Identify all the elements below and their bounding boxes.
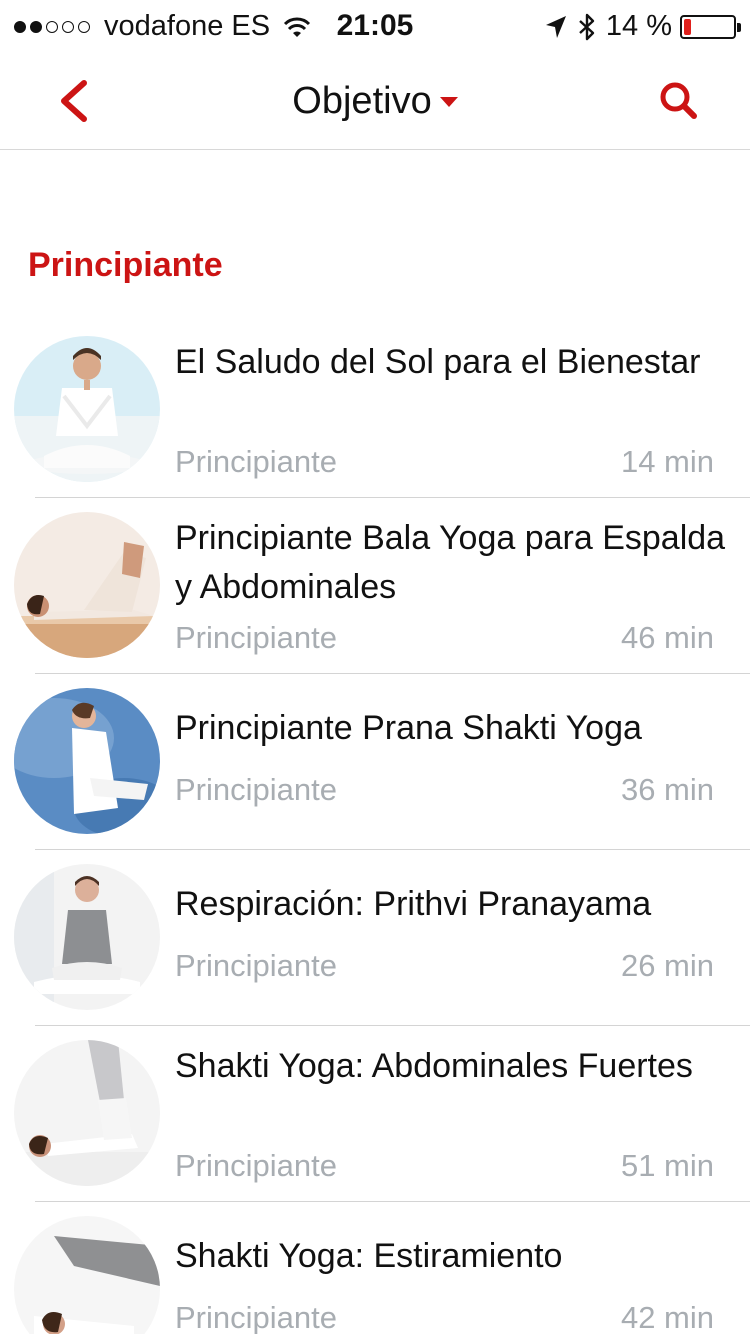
program-thumbnail: [14, 688, 160, 834]
program-thumbnail: [14, 1040, 160, 1186]
bluetooth-icon: [579, 13, 595, 40]
program-thumbnail: [14, 864, 160, 1010]
program-thumbnail: [14, 1216, 160, 1334]
location-arrow-icon: [545, 15, 566, 38]
program-duration: 36 min: [620, 772, 714, 807]
program-duration: 26 min: [620, 948, 714, 983]
program-thumbnail: [14, 336, 160, 482]
program-title: Shakti Yoga: Estiramiento: [175, 1237, 563, 1275]
list-item[interactable]: El Saludo del Sol para el Bienestar Prin…: [0, 322, 750, 498]
list-item[interactable]: Shakti Yoga: Abdominales Fuertes Princip…: [0, 1026, 750, 1202]
program-title: Shakti Yoga: Abdominales Fuertes: [175, 1047, 693, 1085]
status-bar: vodafone ES 21:05 14 %: [0, 0, 750, 52]
search-icon: [660, 82, 697, 119]
program-duration: 42 min: [620, 1300, 714, 1334]
battery-percent: 14 %: [605, 10, 672, 42]
list-item[interactable]: Respiración: Prithvi Pranayama Principia…: [0, 850, 750, 1026]
list-item[interactable]: Principiante Bala Yoga para Espalda y Ab…: [0, 498, 750, 674]
program-duration: 46 min: [620, 620, 714, 655]
program-level: Principiante: [175, 1148, 337, 1183]
navigation-bar: Objetivo: [0, 52, 750, 150]
program-title: El Saludo del Sol para el Bienestar: [175, 343, 701, 381]
program-title: Principiante Prana Shakti Yoga: [175, 709, 642, 747]
nav-title: Objetivo: [292, 80, 432, 122]
caret-down-icon: [439, 96, 458, 107]
program-level: Principiante: [175, 444, 337, 479]
program-title: Principiante Bala Yoga para Espalda y Ab…: [175, 519, 726, 606]
program-thumbnail: [14, 512, 160, 658]
objective-filter-dropdown[interactable]: Objetivo: [0, 80, 750, 123]
list-item[interactable]: Shakti Yoga: Estiramiento Principiante 4…: [0, 1202, 750, 1334]
program-level: Principiante: [175, 948, 337, 983]
status-right: 14 %: [544, 10, 741, 43]
list-item[interactable]: Principiante Prana Shakti Yoga Principia…: [0, 674, 750, 850]
battery-icon: [680, 14, 741, 39]
search-button[interactable]: [656, 78, 702, 124]
program-level: Principiante: [175, 772, 337, 807]
program-title: Respiración: Prithvi Pranayama: [175, 885, 652, 923]
program-duration: 14 min: [620, 444, 714, 479]
program-list: El Saludo del Sol para el Bienestar Prin…: [0, 322, 750, 1334]
program-level: Principiante: [175, 1300, 337, 1334]
program-duration: 51 min: [620, 1148, 714, 1183]
program-level: Principiante: [175, 620, 337, 655]
section-title: Principiante: [28, 246, 223, 284]
